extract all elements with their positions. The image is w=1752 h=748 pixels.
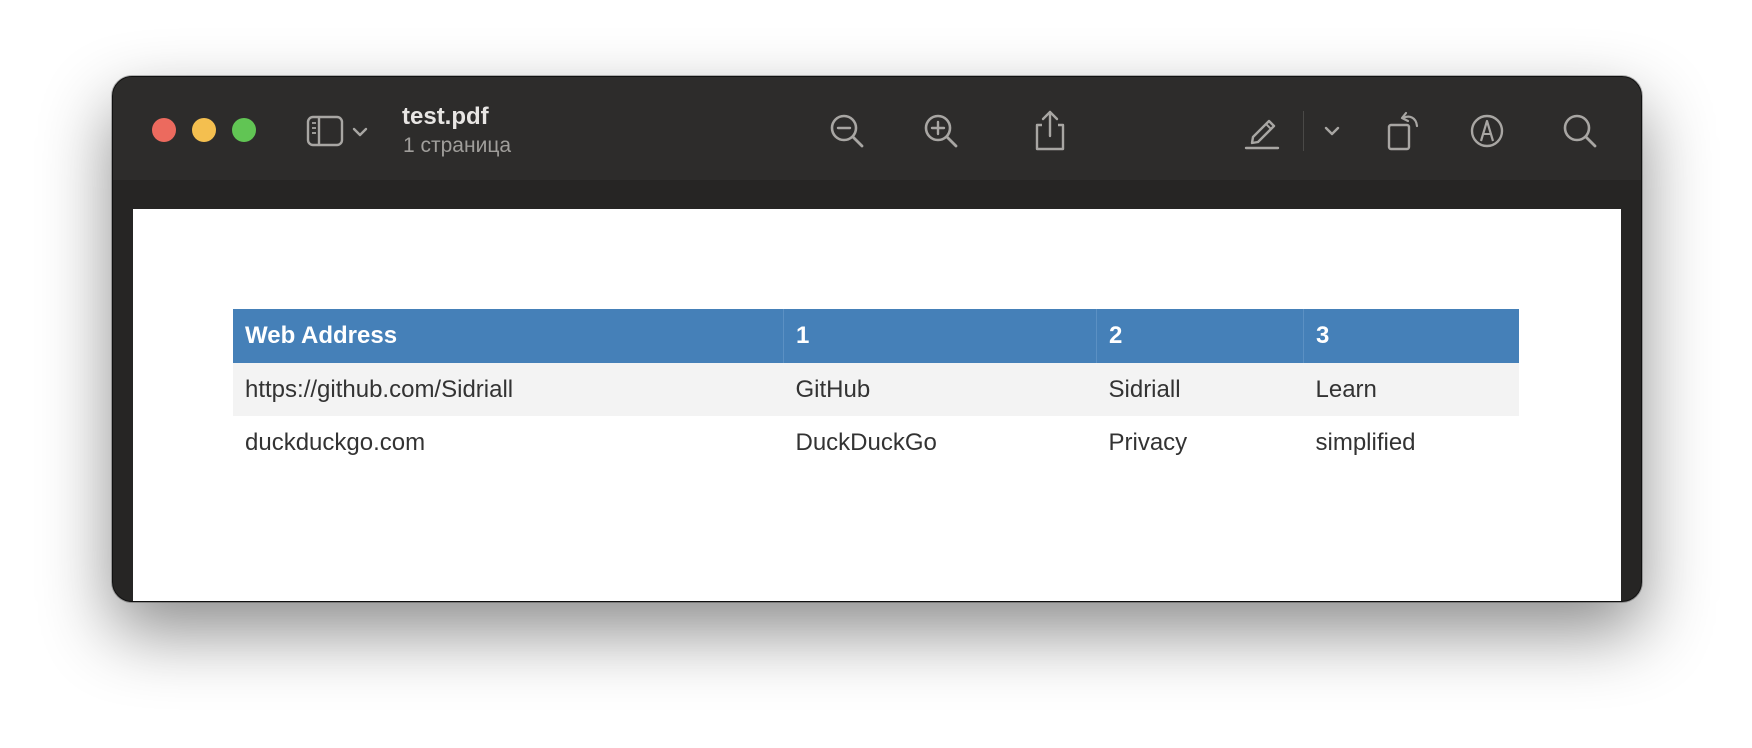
share-button[interactable] bbox=[1026, 107, 1074, 155]
rotate-button[interactable] bbox=[1379, 107, 1427, 155]
zoom-out-button[interactable] bbox=[823, 107, 871, 155]
column-header: Web Address bbox=[233, 309, 784, 363]
data-table: Web Address 1 2 3 https://github.com/Sid… bbox=[233, 309, 1519, 469]
table-cell: Sidriall bbox=[1096, 363, 1304, 416]
zoom-in-button[interactable] bbox=[917, 107, 965, 155]
zoom-out-icon bbox=[830, 114, 864, 148]
document-page-count: 1 страница bbox=[403, 134, 512, 157]
table-cell: https://github.com/Sidriall bbox=[233, 363, 784, 416]
markup-button[interactable] bbox=[1463, 107, 1511, 155]
column-header: 1 bbox=[783, 309, 1097, 363]
search-icon bbox=[1563, 114, 1597, 148]
preview-window: test.pdf 1 страница Web Address 1 2 3 ht… bbox=[112, 76, 1642, 602]
minimize-window-button[interactable] bbox=[192, 118, 216, 142]
highlight-pen-icon bbox=[1244, 119, 1280, 150]
document-title: test.pdf bbox=[402, 103, 489, 130]
table-cell: GitHub bbox=[783, 363, 1097, 416]
highlight-button[interactable] bbox=[1238, 107, 1286, 155]
column-header: 2 bbox=[1096, 309, 1304, 363]
table-cell: duckduckgo.com bbox=[233, 416, 784, 469]
sidebar-toggle-button[interactable] bbox=[306, 111, 376, 151]
zoom-window-button[interactable] bbox=[232, 118, 256, 142]
pdf-page: Web Address 1 2 3 https://github.com/Sid… bbox=[133, 209, 1621, 601]
table-cell: Privacy bbox=[1096, 416, 1304, 469]
column-header: 3 bbox=[1303, 309, 1519, 363]
table-row: https://github.com/Sidriall GitHub Sidri… bbox=[233, 363, 1519, 416]
share-icon bbox=[1035, 110, 1065, 151]
chevron-down-icon bbox=[1324, 126, 1340, 136]
highlight-options-button[interactable] bbox=[1308, 107, 1356, 155]
table-row: duckduckgo.com DuckDuckGo Privacy simpli… bbox=[233, 416, 1519, 469]
table-cell: simplified bbox=[1303, 416, 1519, 469]
titlebar: test.pdf 1 страница bbox=[113, 77, 1641, 180]
table-cell: Learn bbox=[1303, 363, 1519, 416]
search-button[interactable] bbox=[1556, 107, 1604, 155]
table-header-row: Web Address 1 2 3 bbox=[233, 309, 1519, 363]
sidebar-icon bbox=[306, 115, 368, 147]
markup-icon bbox=[1470, 114, 1504, 148]
zoom-in-icon bbox=[924, 114, 958, 148]
rotate-icon bbox=[1387, 111, 1419, 151]
toolbar-divider bbox=[1303, 111, 1304, 151]
close-window-button[interactable] bbox=[152, 118, 176, 142]
table-cell: DuckDuckGo bbox=[783, 416, 1097, 469]
